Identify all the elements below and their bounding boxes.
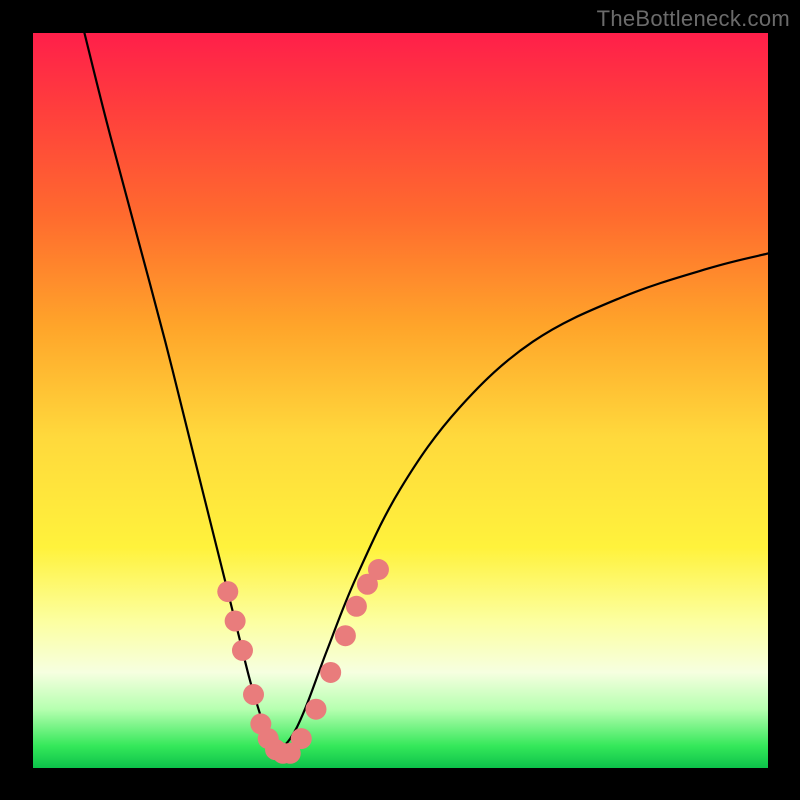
data-dot <box>320 662 341 683</box>
plot-area <box>33 33 768 768</box>
data-dot <box>225 611 246 632</box>
chart-frame: TheBottleneck.com <box>0 0 800 800</box>
curve-right-branch <box>276 254 768 754</box>
data-dot <box>305 699 326 720</box>
curve-svg <box>33 33 768 768</box>
data-dot <box>335 625 356 646</box>
watermark-text: TheBottleneck.com <box>597 6 790 32</box>
data-dots <box>217 559 389 764</box>
curve-paths <box>84 33 768 753</box>
data-dot <box>217 581 238 602</box>
data-dot <box>291 728 312 749</box>
data-dot <box>232 640 253 661</box>
data-dot <box>243 684 264 705</box>
data-dot <box>368 559 389 580</box>
data-dot <box>346 596 367 617</box>
